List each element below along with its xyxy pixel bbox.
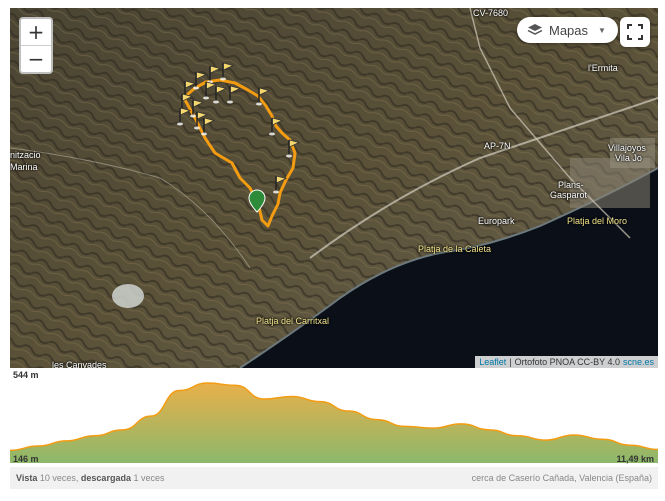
flag-icon[interactable]: [212, 85, 227, 105]
track-stats-footer: Vista 10 veces, descargada 1 veces cerca…: [10, 467, 658, 489]
flag-icon[interactable]: [192, 71, 207, 91]
zoom-control: + −: [19, 17, 53, 74]
flag-icon[interactable]: [206, 65, 221, 85]
attribution-separator: |: [509, 357, 512, 367]
flag-icon[interactable]: [272, 175, 287, 195]
map-pin-icon[interactable]: [248, 189, 266, 213]
location-text: cerca de Caserío Cañada, Valencia (Españ…: [471, 473, 652, 483]
map-layer-selector[interactable]: Mapas ▼: [517, 17, 618, 43]
elevation-min-label: 146 m: [13, 454, 39, 464]
flag-icon[interactable]: [268, 117, 283, 137]
elevation-area: [10, 383, 658, 463]
flag-icon[interactable]: [219, 62, 234, 82]
flag-icon[interactable]: [202, 81, 217, 101]
views-count: 10 veces,: [39, 473, 79, 483]
downloads-label: descargada: [80, 473, 131, 483]
layer-selector-label: Mapas: [549, 22, 589, 38]
flag-icon[interactable]: [226, 85, 241, 105]
zoom-in-button[interactable]: +: [21, 19, 51, 46]
elevation-max-label: 544 m: [13, 370, 39, 380]
map-container[interactable]: CV-7680 l'Ermita AP-7N Villajoyos Vila J…: [10, 8, 658, 368]
layers-icon: [527, 24, 543, 35]
scne-link[interactable]: scne.es: [623, 357, 654, 367]
ortofoto-credit: Ortofoto PNOA CC-BY 4.0: [514, 357, 620, 367]
fullscreen-button[interactable]: [620, 17, 650, 47]
elevation-profile-chart[interactable]: [10, 381, 658, 463]
fullscreen-icon: [627, 24, 643, 40]
downloads-count: 1 veces: [133, 473, 165, 483]
distance-total-label: 11,49 km: [616, 454, 654, 464]
map-attribution: Leaflet | Ortofoto PNOA CC-BY 4.0 scne.e…: [475, 356, 658, 368]
chevron-down-icon: ▼: [598, 25, 606, 35]
leaflet-link[interactable]: Leaflet: [479, 357, 506, 367]
flag-icon[interactable]: [255, 87, 270, 107]
zoom-out-button[interactable]: −: [21, 46, 51, 72]
waypoint-layer: [176, 62, 300, 213]
views-prefix: Vista: [16, 473, 38, 483]
flag-icon[interactable]: [176, 107, 191, 127]
flag-icon[interactable]: [200, 117, 215, 137]
flag-icon[interactable]: [285, 139, 300, 159]
views-downloads-text: Vista 10 veces, descargada 1 veces: [16, 473, 165, 483]
